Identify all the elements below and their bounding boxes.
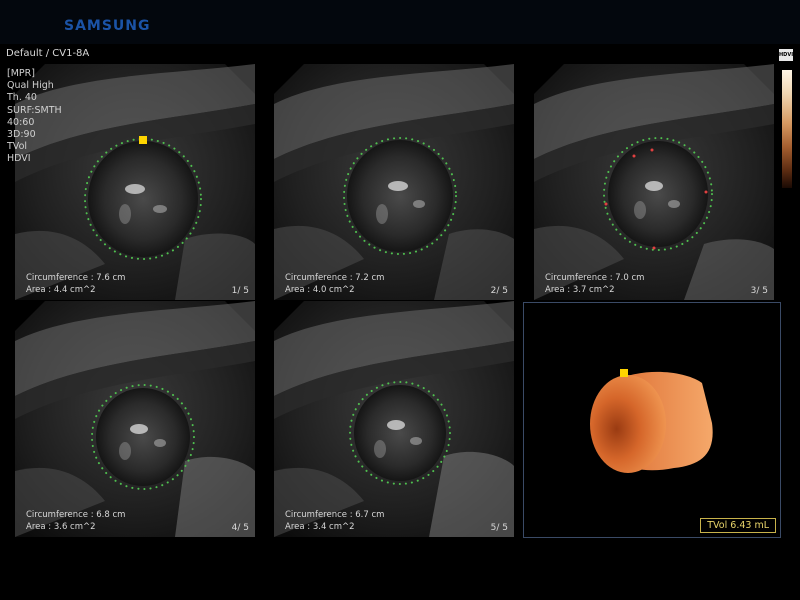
brand-logo: SAMSUNG xyxy=(64,18,151,34)
circumference-label: Circumference : 7.2 cm xyxy=(285,273,385,283)
ultrasound-image xyxy=(534,64,774,300)
area-label: Area : 4.4 cm^2 xyxy=(26,285,96,295)
colorbar-label: HDVI xyxy=(779,49,793,61)
circumference-label: Circumference : 7.0 cm xyxy=(545,273,645,283)
param-item: 3D:90 xyxy=(7,129,36,141)
ultrasound-image xyxy=(274,64,514,300)
slice-index: 2/ 5 xyxy=(490,286,508,296)
param-item: [MPR] xyxy=(7,68,35,79)
param-item: 40:60 xyxy=(7,116,35,128)
ultrasound-image xyxy=(15,301,255,537)
marker-point[interactable] xyxy=(620,369,628,377)
mpr-panel-2[interactable]: Circumference : 7.2 cm Area : 4.0 cm^2 2… xyxy=(274,64,514,300)
param-item: SURF:SMTH xyxy=(7,104,62,116)
param-item: TVol xyxy=(7,141,28,153)
circumference-label: Circumference : 6.7 cm xyxy=(285,510,385,520)
marker-point[interactable] xyxy=(139,136,147,144)
top-bar: SAMSUNG xyxy=(0,0,800,44)
volume-model xyxy=(590,369,713,473)
parameter-list: [MPR] Qual High Th. 40 SURF:SMTH 40:60 3… xyxy=(7,68,62,166)
area-label: Area : 3.6 cm^2 xyxy=(26,522,96,532)
mpr-panel-5[interactable]: Circumference : 6.7 cm Area : 3.4 cm^2 5… xyxy=(274,301,514,537)
circumference-label: Circumference : 7.6 cm xyxy=(26,273,126,283)
param-item: HDVI xyxy=(7,153,31,165)
slice-index: 4/ 5 xyxy=(231,523,249,533)
mpr-panel-3[interactable]: Circumference : 7.0 cm Area : 3.7 cm^2 3… xyxy=(534,64,774,300)
circumference-label: Circumference : 6.8 cm xyxy=(26,510,126,520)
tvol-readout: TVol 6.43 mL xyxy=(700,518,776,533)
area-label: Area : 3.4 cm^2 xyxy=(285,522,355,532)
volume-render-panel[interactable]: TVol 6.43 mL xyxy=(523,302,781,538)
ultrasound-image xyxy=(274,301,514,537)
color-scale-bar xyxy=(782,70,792,188)
area-label: Area : 3.7 cm^2 xyxy=(545,285,615,295)
mpr-panel-4[interactable]: Circumference : 6.8 cm Area : 3.6 cm^2 4… xyxy=(15,301,255,537)
param-item: Th. 40 xyxy=(7,92,37,104)
slice-index: 3/ 5 xyxy=(750,286,768,296)
slice-index: 5/ 5 xyxy=(490,523,508,533)
preset-label: Default / CV1-8A xyxy=(6,48,90,59)
slice-index: 1/ 5 xyxy=(231,286,249,296)
area-label: Area : 4.0 cm^2 xyxy=(285,285,355,295)
param-item: Qual High xyxy=(7,80,54,92)
